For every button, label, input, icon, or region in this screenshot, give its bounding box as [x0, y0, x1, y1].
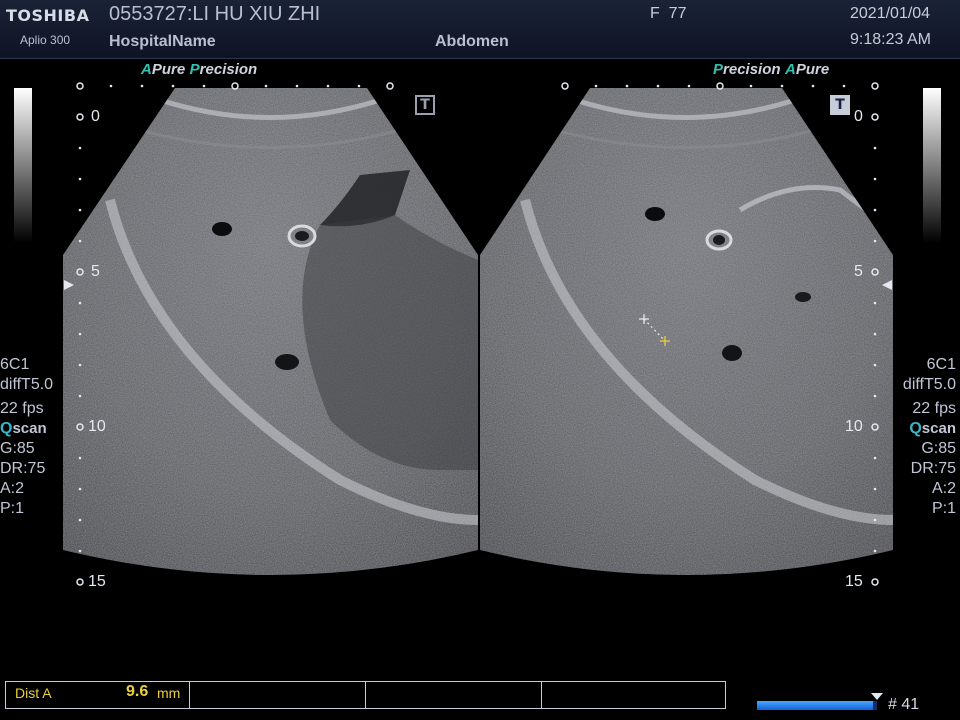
dynamic-range-label: DR:75: [910, 460, 956, 477]
ultrasound-sector-left: [63, 88, 478, 575]
params-right: 6C1 diffT5.0 22 fps Qscan G:85 DR:75 A:2…: [903, 355, 956, 519]
badge-a-letter: A: [785, 61, 796, 78]
cine-position-icon[interactable]: [870, 692, 884, 701]
mode-label: diffT5.0: [0, 376, 54, 393]
depth-label-right-15: 15: [845, 573, 863, 590]
measurement-cell-dist-a[interactable]: Dist A 9.6 mm: [6, 682, 189, 708]
probe-label: 6C1: [0, 356, 30, 373]
a-label: A:2: [931, 480, 956, 497]
qscan-label: Qscan: [0, 420, 47, 437]
brand-logo: TOSHIBA: [6, 6, 90, 25]
fps-label: 22 fps: [0, 400, 44, 417]
depth-label-left-0: 0: [91, 108, 100, 125]
dynamic-range-label: DR:75: [0, 460, 46, 477]
probe-label: 6C1: [926, 356, 956, 373]
depth-label-right-5: 5: [854, 263, 863, 280]
grayscale-bar-right: [923, 88, 941, 243]
measurement-unit: mm: [157, 685, 181, 701]
params-left: 6C1 diffT5.0 22 fps Qscan G:85 DR:75 A:2…: [0, 355, 53, 519]
gain-label: G:85: [0, 440, 35, 457]
qscan-label: Qscan: [909, 420, 956, 437]
transducer-orientation-left-icon[interactable]: T: [415, 95, 435, 115]
p-label: P:1: [931, 500, 956, 517]
patient-id-name: 0553727:LI HU XIU ZHI: [109, 3, 321, 25]
hospital-name: HospitalName: [109, 33, 216, 50]
apure-precision-badge-right: Precision APure: [713, 61, 829, 79]
header-bar: TOSHIBA Aplio 300 0553727:LI HU XIU ZHI …: [0, 0, 960, 59]
depth-label-left-5: 5: [91, 263, 100, 280]
badge-pure-text: Pure: [795, 61, 830, 78]
measurement-cell-empty[interactable]: [541, 682, 726, 708]
badge-precision-text: recision: [199, 61, 258, 78]
apure-precision-badge-left: APure Precision: [141, 61, 257, 79]
gain-label: G:85: [921, 440, 956, 457]
depth-label-left-15: 15: [88, 573, 106, 590]
model-name: Aplio 300: [20, 33, 71, 47]
cine-progress-fill: [757, 701, 874, 710]
badge-p-letter: P: [189, 61, 200, 78]
p-label: P:1: [0, 500, 25, 517]
exam-time: 9:18:23 AM: [850, 31, 931, 48]
measurement-label: Dist A: [15, 685, 52, 701]
measurement-cell-empty[interactable]: [365, 682, 542, 708]
badge-precision-text: recision: [723, 61, 781, 78]
exam-date: 2021/01/04: [850, 5, 931, 22]
a-label: A:2: [0, 480, 25, 497]
grayscale-bar-left: [14, 88, 32, 243]
cine-progress-bar[interactable]: [757, 701, 877, 710]
measurement-table: Dist A 9.6 mm: [5, 681, 726, 709]
measurement-cell-empty[interactable]: [189, 682, 366, 708]
ultrasound-image-area: [14, 82, 941, 586]
badge-a-letter: A: [141, 61, 152, 78]
depth-label-right-10: 10: [845, 418, 863, 435]
badge-p-letter: P: [713, 61, 724, 78]
preset-name: Abdomen: [435, 33, 509, 50]
frame-number: # 41: [888, 696, 920, 713]
depth-label-right-0: 0: [854, 108, 863, 125]
frequency-readout: F 77: [650, 5, 687, 22]
mode-label: diffT5.0: [902, 376, 956, 393]
fps-label: 22 fps: [912, 400, 956, 417]
ultrasound-sector-right: [480, 88, 893, 575]
transducer-orientation-right-icon[interactable]: T: [830, 95, 850, 115]
badge-pure-text: Pure: [151, 61, 186, 78]
measurement-value: 9.6: [126, 683, 149, 700]
depth-label-left-10: 10: [88, 418, 106, 435]
